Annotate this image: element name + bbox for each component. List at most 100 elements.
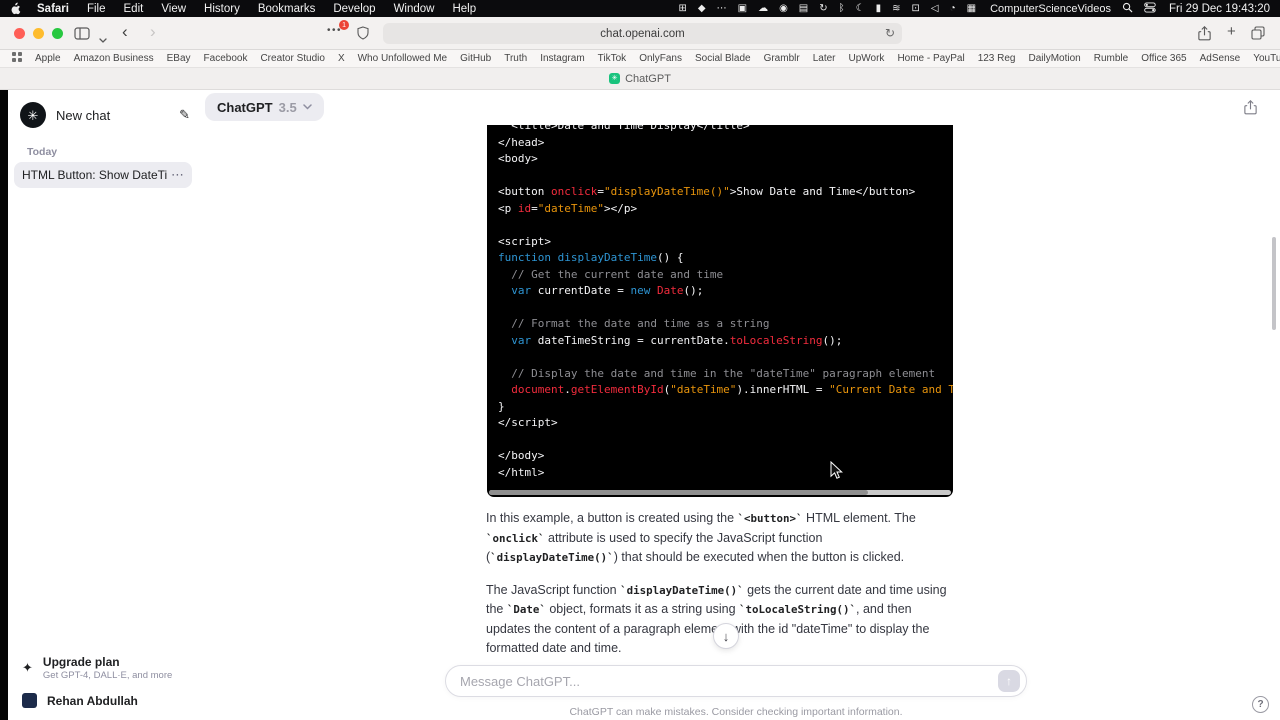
- favorite-home-paypal[interactable]: Home - PayPal: [897, 53, 964, 64]
- favorite-creator-studio[interactable]: Creator Studio: [260, 53, 324, 64]
- favorite-x[interactable]: X: [338, 53, 345, 64]
- record-icon[interactable]: ◉: [779, 4, 788, 14]
- sidebar-chevron-icon[interactable]: [99, 31, 107, 47]
- menu-file[interactable]: File: [87, 3, 106, 15]
- spotlight-search-icon[interactable]: [1122, 2, 1133, 16]
- help-button[interactable]: ?: [1252, 696, 1269, 713]
- conversation-title: HTML Button: Show DateTi: [22, 168, 167, 182]
- favorite-ebay[interactable]: EBay: [167, 53, 191, 64]
- profile-menu-button[interactable]: Rehan Abdullah: [16, 686, 194, 712]
- input-source-icon[interactable]: ▦: [967, 4, 976, 14]
- favorite-gramblr[interactable]: Gramblr: [764, 53, 800, 64]
- code-line: [498, 168, 953, 185]
- code-line: }: [498, 399, 953, 416]
- upgrade-plan-button[interactable]: ✦ Upgrade plan Get GPT-4, DALL·E, and mo…: [16, 650, 194, 686]
- forward-button[interactable]: ›: [150, 23, 156, 40]
- favorite-github[interactable]: GitHub: [460, 53, 491, 64]
- favorite-rumble[interactable]: Rumble: [1094, 53, 1128, 64]
- battery-icon[interactable]: ▮: [876, 4, 882, 14]
- sync-icon[interactable]: ↻: [819, 4, 827, 14]
- menu-help[interactable]: Help: [452, 3, 476, 15]
- favorite-who-unfollowed-me[interactable]: Who Unfollowed Me: [358, 53, 447, 64]
- page-scrollbar[interactable]: [1272, 237, 1276, 330]
- bluetooth-icon[interactable]: ᛒ: [839, 4, 845, 14]
- code-scrollbar-thumb[interactable]: [489, 490, 868, 495]
- conversation-options-icon[interactable]: ⋯: [171, 167, 184, 183]
- screen-mirroring-icon[interactable]: ⊞: [679, 4, 687, 14]
- favorites-grid-icon[interactable]: [12, 52, 22, 65]
- device-icon[interactable]: ▤: [799, 4, 808, 14]
- minimize-window-button[interactable]: [33, 28, 44, 39]
- apple-menu-icon[interactable]: [10, 2, 21, 15]
- cloud-icon[interactable]: ☁: [758, 4, 768, 14]
- new-tab-button[interactable]: +: [1227, 24, 1236, 39]
- back-button[interactable]: ‹: [122, 23, 128, 40]
- focus-moon-icon[interactable]: ☾: [856, 4, 865, 14]
- menu-develop[interactable]: Develop: [333, 3, 375, 15]
- upgrade-icon: ✦: [22, 660, 33, 676]
- sidebar-toggle-icon[interactable]: [74, 27, 90, 44]
- control-center-icon[interactable]: [1144, 2, 1156, 16]
- share-page-button[interactable]: [1197, 25, 1212, 46]
- menu-bookmarks[interactable]: Bookmarks: [258, 3, 316, 15]
- favorite-later[interactable]: Later: [813, 53, 836, 64]
- favorite-amazon-business[interactable]: Amazon Business: [74, 53, 154, 64]
- favorite-upwork[interactable]: UpWork: [849, 53, 885, 64]
- favorite-onlyfans[interactable]: OnlyFans: [639, 53, 682, 64]
- share-conversation-button[interactable]: [1243, 99, 1258, 121]
- favorite-youtube-studio[interactable]: YouTube Studio: [1253, 53, 1280, 64]
- message-input[interactable]: [446, 666, 1026, 696]
- camera-icon[interactable]: ▣: [738, 4, 747, 14]
- favorite-truth[interactable]: Truth: [504, 53, 527, 64]
- favorite-dailymotion[interactable]: DailyMotion: [1029, 53, 1081, 64]
- safari-toolbar: ‹ › ••• 1 chat.openai.com ↻ +: [0, 17, 1280, 50]
- conversation-item[interactable]: HTML Button: Show DateTi ⋯: [14, 162, 192, 188]
- blocker-shield-icon[interactable]: ◆: [698, 4, 706, 14]
- favorite-123-reg[interactable]: 123 Reg: [978, 53, 1016, 64]
- scroll-to-bottom-button[interactable]: ↓: [713, 623, 739, 649]
- menubar-account[interactable]: ComputerScienceVideos: [990, 3, 1111, 15]
- wifi-icon[interactable]: ≋: [892, 4, 900, 14]
- code-line: <script>: [498, 234, 953, 251]
- menu-history[interactable]: History: [204, 3, 240, 15]
- window-left-edge: [0, 90, 8, 720]
- reload-icon[interactable]: ↻: [885, 26, 895, 40]
- new-chat-button[interactable]: ✳ New chat ✎: [16, 98, 194, 132]
- code-line: <title>Date and Time Display</title>: [498, 125, 953, 135]
- code-line: </head>: [498, 135, 953, 152]
- tab-bar: ✳ ChatGPT: [0, 68, 1280, 90]
- favorite-adsense[interactable]: AdSense: [1200, 53, 1241, 64]
- display-icon[interactable]: ⊡: [912, 4, 920, 14]
- menubar-clock[interactable]: Fri 29 Dec 19:43:20: [1169, 3, 1270, 15]
- extension-more-button[interactable]: ••• 1: [327, 26, 342, 36]
- favorite-facebook[interactable]: Facebook: [204, 53, 248, 64]
- menu-edit[interactable]: Edit: [124, 3, 144, 15]
- chatgpt-app: ✳ New chat ✎ Today HTML Button: Show Dat…: [0, 90, 1280, 720]
- zoom-window-button[interactable]: [52, 28, 63, 39]
- code-line: function displayDateTime() {: [498, 250, 953, 267]
- code-horizontal-scrollbar[interactable]: [489, 490, 951, 495]
- content-blocker-shield-icon[interactable]: [357, 26, 369, 44]
- address-bar[interactable]: chat.openai.com ↻: [383, 23, 902, 44]
- menu-safari[interactable]: Safari: [37, 3, 69, 15]
- menu-view[interactable]: View: [161, 3, 186, 15]
- favorite-apple[interactable]: Apple: [35, 53, 61, 64]
- code-block[interactable]: <title>Date and Time Display</title></he…: [487, 125, 953, 497]
- model-selector[interactable]: ChatGPT 3.5: [205, 93, 324, 121]
- new-chat-pencil-icon[interactable]: ✎: [179, 107, 190, 123]
- upgrade-title: Upgrade plan: [43, 655, 172, 669]
- code-line: <button onclick="displayDateTime()">Show…: [498, 184, 953, 201]
- send-button[interactable]: ↑: [998, 670, 1020, 692]
- favorite-office-365[interactable]: Office 365: [1141, 53, 1186, 64]
- favorite-tiktok[interactable]: TikTok: [598, 53, 627, 64]
- tab-title[interactable]: ChatGPT: [625, 73, 671, 85]
- screen-time-icon[interactable]: ◔: [950, 4, 956, 14]
- volume-icon[interactable]: ◁: [931, 4, 939, 14]
- tab-overview-button[interactable]: [1251, 26, 1265, 44]
- menu-window[interactable]: Window: [394, 3, 435, 15]
- favorites-bar: Apple Amazon Business EBay Facebook Creator …: [0, 50, 1280, 68]
- close-window-button[interactable]: [14, 28, 25, 39]
- favorite-instagram[interactable]: Instagram: [540, 53, 584, 64]
- more-options-icon[interactable]: ⋯: [717, 4, 727, 14]
- favorite-social-blade[interactable]: Social Blade: [695, 53, 751, 64]
